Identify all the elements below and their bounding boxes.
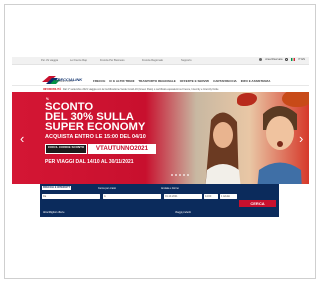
website: Per chi viaggia Le Frecce Rap Freccia Pe… <box>12 57 309 230</box>
nav-item[interactable]: FRECCE <box>93 79 105 83</box>
logo-subtitle: TRENITALIA LE FRECCE <box>55 82 74 83</box>
tab-frecce[interactable]: FRECCIA E INTERCITY <box>42 185 72 190</box>
topbar-link[interactable]: Le Frecce Rap <box>70 59 87 62</box>
ticker-message[interactable]: Dal 1° settembre 2021 viaggia con la Cer… <box>63 88 219 91</box>
ticker-tag: INFOMOBILITÀ <box>43 88 62 91</box>
woman-photo <box>205 112 241 184</box>
topbar-link[interactable]: Freccia Regionale <box>142 59 163 62</box>
topbar-link[interactable]: Supporto <box>181 59 192 62</box>
search-icon[interactable] <box>285 58 289 61</box>
carousel-dot[interactable] <box>175 174 177 176</box>
carousel-dots <box>171 174 189 176</box>
favorite-trips-link[interactable]: Viaggi preferiti <box>175 211 191 214</box>
nav-item[interactable]: CARTAFRECCIA <box>213 79 237 83</box>
topbar-link[interactable]: Freccia Per Business <box>100 59 125 62</box>
language-selector[interactable]: IT EN <box>298 58 305 61</box>
date-field[interactable]: 01.10.2021 <box>164 194 202 199</box>
time-field[interactable]: 14:00 <box>204 194 218 199</box>
nav-item[interactable]: IC E ALTRI TRENI <box>109 79 134 83</box>
nav-item[interactable]: INFO E ASSISTENZA <box>241 79 271 83</box>
carousel-dot[interactable] <box>171 174 173 176</box>
nav-item[interactable]: TRASPORTO REGIONALE <box>138 79 175 83</box>
search-options: Altre/Migliori offerte Viaggi preferiti <box>40 208 279 217</box>
from-field[interactable]: Da <box>42 194 100 199</box>
travel-dates: PER VIAGGI DAL 14/10 AL 30/11/2021 <box>45 159 134 165</box>
search-tabs: FRECCIA E INTERCITY Cerca per orario And… <box>40 184 279 192</box>
login-link[interactable]: Area Riservata <box>265 58 282 61</box>
flag-icon <box>291 58 296 61</box>
carousel-prev-arrow-icon[interactable]: ‹ <box>20 132 24 145</box>
hero-title: SCONTO DEL 30% SULLA SUPER ECONOMY <box>45 101 146 133</box>
hero-subtitle: ACQUISTA ENTRO LE 15:00 DEL 04/10 <box>45 134 146 140</box>
user-icon <box>259 58 263 61</box>
search-widget: FRECCIA E INTERCITY Cerca per orario And… <box>40 184 279 230</box>
to-field[interactable]: A <box>103 194 161 199</box>
carousel-next-arrow-icon[interactable]: › <box>299 132 303 145</box>
hero-title-line: SUPER ECONOMY <box>45 121 146 133</box>
main-nav: FRECCE IC E ALTRI TRENI TRASPORTO REGION… <box>93 79 270 83</box>
search-button[interactable]: CERCA <box>239 200 276 207</box>
discount-code-label: CON IL CODICE SCONTO <box>45 144 87 154</box>
carousel-dot[interactable] <box>187 174 189 176</box>
top-bar: Per chi viaggia Le Frecce Rap Freccia Pe… <box>12 57 309 65</box>
passengers-field[interactable]: 1 Adulto <box>220 194 237 199</box>
tab-andata-ritorno[interactable]: Andata e ritorno <box>161 187 179 190</box>
tab-orario[interactable]: Cerca per orario <box>98 187 116 190</box>
carousel-dot[interactable] <box>179 174 181 176</box>
nav-item[interactable]: OFFERTE E SERVIZI <box>180 79 209 83</box>
man-photo <box>257 106 302 184</box>
offers-link[interactable]: Altre/Migliori offerte <box>43 211 65 214</box>
hero-banner[interactable]: % SCONTO DEL 30% SULLA SUPER ECONOMY ACQ… <box>12 92 309 184</box>
discount-code-value: VTAUTUNNO2021 <box>88 144 156 154</box>
topbar-link[interactable]: Per chi viaggia <box>41 59 58 62</box>
carousel-dot[interactable] <box>183 174 185 176</box>
